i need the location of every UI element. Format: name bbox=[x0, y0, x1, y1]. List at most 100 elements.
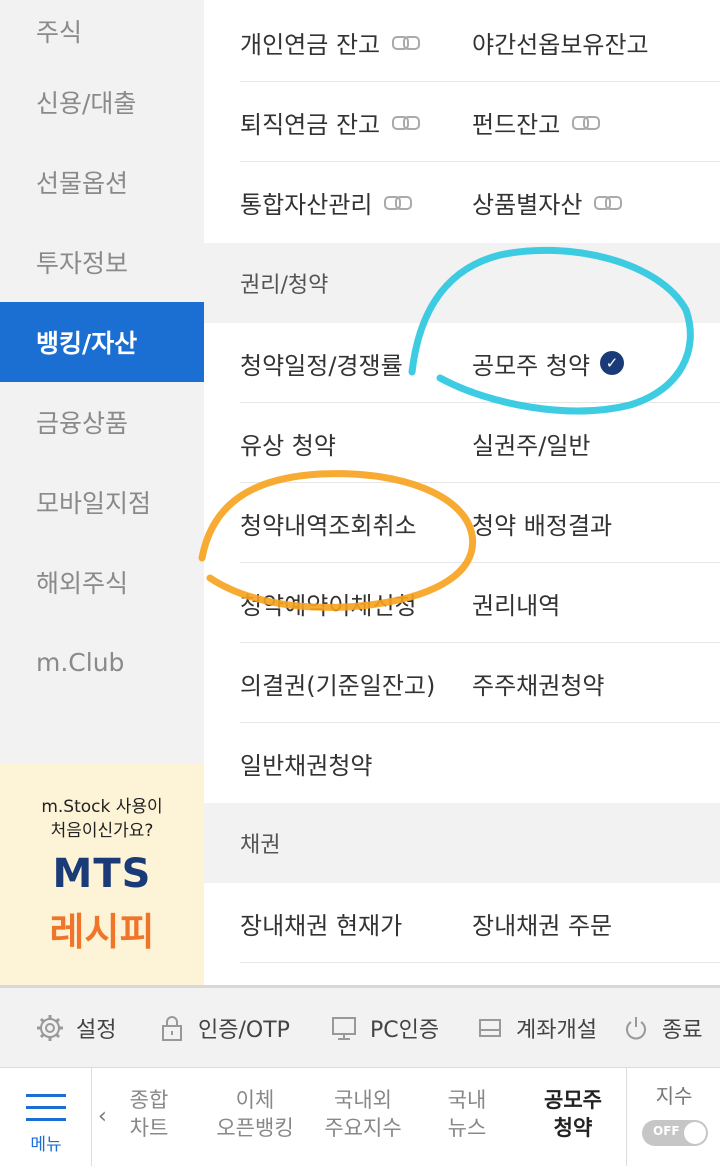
menu-item-label: 청약내역조회취소 bbox=[240, 511, 417, 540]
menu-item-label: 통합자산관리 bbox=[240, 190, 373, 219]
open-account-button[interactable]: 계좌개설 bbox=[476, 1012, 597, 1044]
menu-item-integrated-asset[interactable]: 통합자산관리 bbox=[240, 185, 413, 220]
index-toggle[interactable]: OFF bbox=[642, 1120, 708, 1146]
menu-item-exchange-bond-order[interactable]: 장내채권 주문 bbox=[472, 906, 612, 941]
nav-label: 오픈뱅킹 bbox=[216, 1116, 294, 1140]
settings-bar: 설정 인증/OTP PC인증 계좌개설 종료 bbox=[0, 985, 720, 1067]
pc-auth-label: PC인증 bbox=[370, 1017, 440, 1043]
toggle-state-label: OFF bbox=[653, 1124, 680, 1138]
sidebar-item-mclub[interactable]: m.Club bbox=[0, 622, 204, 702]
menu-row: 장내채권 현재가 장내채권 주문 bbox=[204, 883, 720, 963]
toggle-knob bbox=[684, 1122, 706, 1144]
menu-row: 청약예약이체신청 권리내역 bbox=[204, 563, 720, 643]
nav-item-ipo[interactable]: 공모주 청약 bbox=[530, 1086, 616, 1142]
link-icon bbox=[392, 116, 421, 130]
nav-label: 이체 bbox=[235, 1088, 275, 1112]
monitor-icon bbox=[332, 1016, 356, 1040]
menu-item-reserved-transfer[interactable]: 청약예약이체신청 bbox=[240, 586, 417, 621]
section-header-rights: 권리/청약 bbox=[204, 243, 720, 323]
exit-button[interactable]: 종료 bbox=[622, 1012, 702, 1044]
menu-row: 통합자산관리 상품별자산 bbox=[204, 162, 720, 242]
menu-item-night-futures[interactable]: 야간선옵보유잔고 bbox=[472, 25, 649, 60]
nav-label: 종합 bbox=[129, 1088, 169, 1112]
link-icon bbox=[384, 196, 413, 210]
menu-item-rights-history[interactable]: 권리내역 bbox=[472, 586, 560, 621]
exit-label: 종료 bbox=[662, 1017, 703, 1043]
menu-item-retirement-pension[interactable]: 퇴직연금 잔고 bbox=[240, 105, 421, 140]
sidebar-item-futures-options[interactable]: 선물옵션 bbox=[0, 142, 204, 222]
menu-item-label: 펀드잔고 bbox=[472, 110, 561, 139]
sidebar-item-financial-products[interactable]: 금융상품 bbox=[0, 382, 204, 462]
promo-title: MTS bbox=[52, 851, 152, 897]
menu-item-label: 의결권(기준일잔고) bbox=[240, 671, 436, 700]
index-label: 지수 bbox=[655, 1084, 693, 1108]
menu-item-exchange-bond-price[interactable]: 장내채권 현재가 bbox=[240, 906, 402, 941]
menu-item-label: 청약예약이체신청 bbox=[240, 591, 417, 620]
menu-item-label: 일반채권청약 bbox=[240, 751, 373, 780]
menu-item-personal-pension[interactable]: 개인연금 잔고 bbox=[240, 25, 421, 60]
menu-item-label: 유상 청약 bbox=[240, 431, 336, 460]
menu-item-asset-by-product[interactable]: 상품별자산 bbox=[472, 185, 623, 220]
sidebar-item-overseas-stock[interactable]: 해외주식 bbox=[0, 542, 204, 622]
menu-item-label: 상품별자산 bbox=[472, 190, 583, 219]
divider bbox=[240, 962, 720, 963]
settings-button[interactable]: 설정 bbox=[36, 1012, 116, 1044]
nav-item-transfer[interactable]: 이체 오픈뱅킹 bbox=[206, 1086, 304, 1142]
menu-row: 개인연금 잔고 야간선옵보유잔고 bbox=[204, 2, 720, 82]
check-icon: ✓ bbox=[600, 351, 625, 375]
menu-row: 청약내역조회취소 청약 배정결과 bbox=[204, 483, 720, 563]
nav-item-chart[interactable]: 종합 차트 bbox=[118, 1086, 180, 1142]
menu-item-forfeited-shares[interactable]: 실권주/일반 bbox=[472, 426, 591, 461]
menu-item-label: 청약 배정결과 bbox=[472, 511, 613, 540]
sidebar-item-banking-assets[interactable]: 뱅킹/자산 bbox=[0, 302, 204, 382]
menu-item-ipo-subscription[interactable]: 공모주 청약 ✓ bbox=[472, 346, 625, 381]
link-icon bbox=[594, 196, 623, 210]
nav-item-major-index[interactable]: 국내외 주요지수 bbox=[314, 1086, 412, 1142]
menu-item-label: 실권주/일반 bbox=[472, 431, 591, 460]
menu-item-shareholder-bond[interactable]: 주주채권청약 bbox=[472, 666, 604, 701]
sidebar-item-credit-loan[interactable]: 신용/대출 bbox=[0, 62, 204, 142]
link-icon bbox=[392, 36, 421, 50]
auth-otp-label: 인증/OTP bbox=[198, 1017, 290, 1043]
promo-banner[interactable]: m.Stock 사용이 처음이신가요? MTS 레시피 bbox=[0, 763, 204, 985]
auth-otp-button[interactable]: 인증/OTP bbox=[158, 1012, 290, 1044]
menu-item-subscription-schedule[interactable]: 청약일정/경쟁률 bbox=[240, 346, 403, 381]
pc-auth-button[interactable]: PC인증 bbox=[330, 1012, 439, 1044]
sidebar-item-mobile-branch[interactable]: 모바일지점 bbox=[0, 462, 204, 542]
menu-row: 퇴직연금 잔고 펀드잔고 bbox=[204, 82, 720, 162]
power-icon bbox=[626, 1016, 646, 1039]
menu-item-label: 장내채권 주문 bbox=[472, 911, 613, 940]
menu-row: 유상 청약 실권주/일반 bbox=[204, 403, 720, 483]
nav-label: 국내외 bbox=[334, 1088, 392, 1112]
link-icon bbox=[572, 116, 601, 130]
bottom-nav: 메뉴 ‹ 종합 차트 이체 오픈뱅킹 국내외 주요지수 국내 뉴스 공모주 청약… bbox=[0, 1067, 720, 1166]
menu-item-fund-balance[interactable]: 펀드잔고 bbox=[472, 105, 601, 140]
menu-item-subscription-history-cancel[interactable]: 청약내역조회취소 bbox=[240, 506, 417, 541]
nav-label: 청약 bbox=[553, 1116, 593, 1140]
nav-item-news[interactable]: 국내 뉴스 bbox=[434, 1086, 500, 1142]
menu-item-label: 장내채권 현재가 bbox=[240, 911, 403, 940]
hamburger-icon bbox=[26, 1094, 66, 1130]
promo-subtitle: 레시피 bbox=[49, 910, 155, 954]
section-header-bond: 채권 bbox=[204, 803, 720, 883]
app-root: 주식 신용/대출 선물옵션 투자정보 뱅킹/자산 금융상품 모바일지점 해외주식… bbox=[0, 0, 720, 1166]
menu-item-allocation-result[interactable]: 청약 배정결과 bbox=[472, 506, 612, 541]
menu-item-general-bond[interactable]: 일반채권청약 bbox=[240, 746, 372, 781]
nav-label: 차트 bbox=[129, 1116, 169, 1140]
sidebar-item-stock[interactable]: 주식 bbox=[0, 0, 204, 62]
chevron-left-icon[interactable]: ‹ bbox=[98, 1104, 107, 1129]
menu-button[interactable]: 메뉴 bbox=[0, 1068, 92, 1166]
nav-label: 주요지수 bbox=[324, 1116, 402, 1140]
settings-label: 설정 bbox=[76, 1017, 117, 1043]
menu-item-label: 청약일정/경쟁률 bbox=[240, 351, 403, 380]
menu-item-label: 야간선옵보유잔고 bbox=[472, 30, 649, 59]
menu-item-rights-offering[interactable]: 유상 청약 bbox=[240, 426, 336, 461]
open-account-label: 계좌개설 bbox=[516, 1017, 597, 1043]
menu-item-voting-rights[interactable]: 의결권(기준일잔고) bbox=[240, 666, 435, 701]
menu-row: 청약일정/경쟁률 공모주 청약 ✓ bbox=[204, 323, 720, 403]
sidebar-item-investment-info[interactable]: 투자정보 bbox=[0, 222, 204, 302]
lock-icon bbox=[162, 1015, 182, 1041]
menu-label: 메뉴 bbox=[30, 1135, 62, 1155]
index-toggle-box: 지수 OFF bbox=[626, 1068, 720, 1166]
menu-item-label: 권리내역 bbox=[472, 591, 561, 620]
